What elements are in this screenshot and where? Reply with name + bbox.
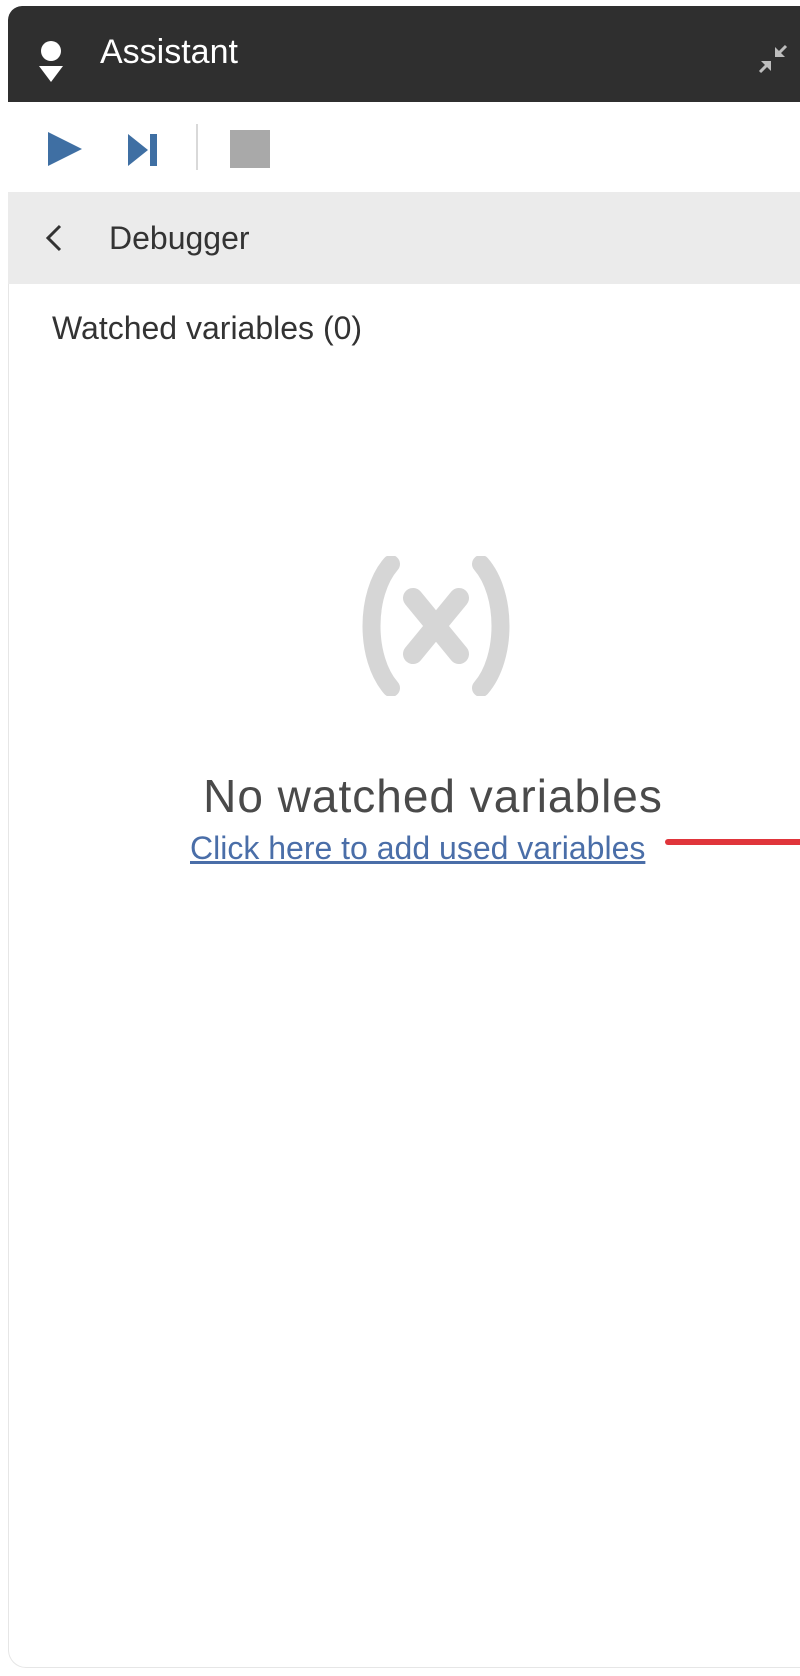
play-icon[interactable]: [44, 128, 86, 170]
stop-icon[interactable]: [228, 128, 272, 170]
watched-variables-heading: Watched variables (0): [52, 310, 363, 346]
nav-title: Debugger: [109, 220, 250, 256]
screen: Assistant Debugger Watched variables (0)…: [0, 0, 800, 1676]
empty-state-title: No watched variables: [203, 770, 663, 822]
assistant-panel: Assistant Debugger Watched variables (0)…: [8, 6, 800, 1668]
annotation-pointer-line: [665, 839, 800, 845]
debug-toolbar: [8, 102, 800, 192]
title-bar: Assistant: [8, 6, 800, 102]
add-used-variables-link[interactable]: Click here to add used variables: [190, 826, 645, 870]
assistant-person-icon: [39, 41, 63, 82]
step-icon[interactable]: [126, 130, 160, 170]
debugger-back-nav[interactable]: Debugger: [8, 192, 800, 284]
chevron-left-icon[interactable]: [42, 220, 66, 256]
collapse-arrows-icon[interactable]: [756, 42, 790, 76]
variable-icon: [362, 556, 510, 696]
toolbar-divider: [196, 124, 198, 170]
window-title: Assistant: [100, 33, 238, 71]
